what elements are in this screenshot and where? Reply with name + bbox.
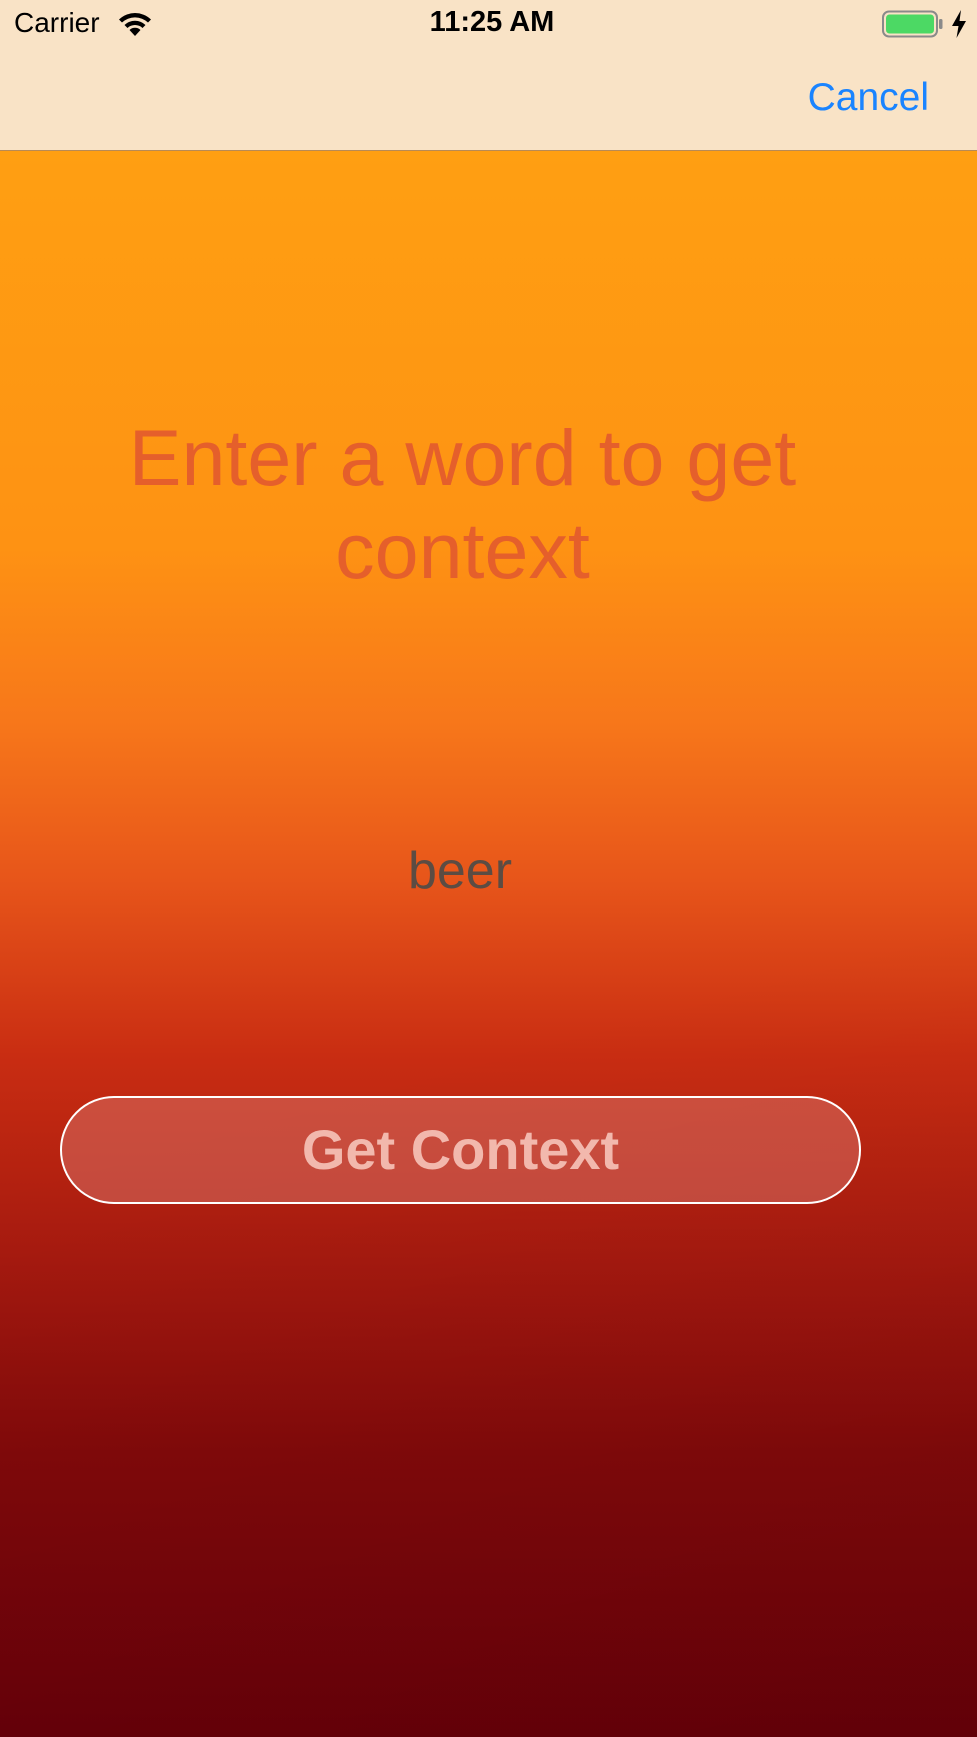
word-input[interactable]	[180, 836, 740, 906]
charging-bolt-icon	[952, 10, 966, 38]
top-bar: Carrier 11:25 AM Cancel	[0, 0, 977, 151]
main-content: Enter a word to get context Get Context	[0, 151, 977, 1737]
battery-icon	[882, 10, 943, 38]
get-context-button[interactable]: Get Context	[60, 1096, 861, 1204]
prompt-heading: Enter a word to get context	[128, 413, 797, 595]
cancel-button[interactable]: Cancel	[808, 76, 929, 120]
screen: Carrier 11:25 AM Cancel Enter a word to …	[0, 0, 977, 1737]
status-bar: Carrier 11:25 AM	[0, 0, 977, 48]
clock: 11:25 AM	[429, 6, 555, 38]
